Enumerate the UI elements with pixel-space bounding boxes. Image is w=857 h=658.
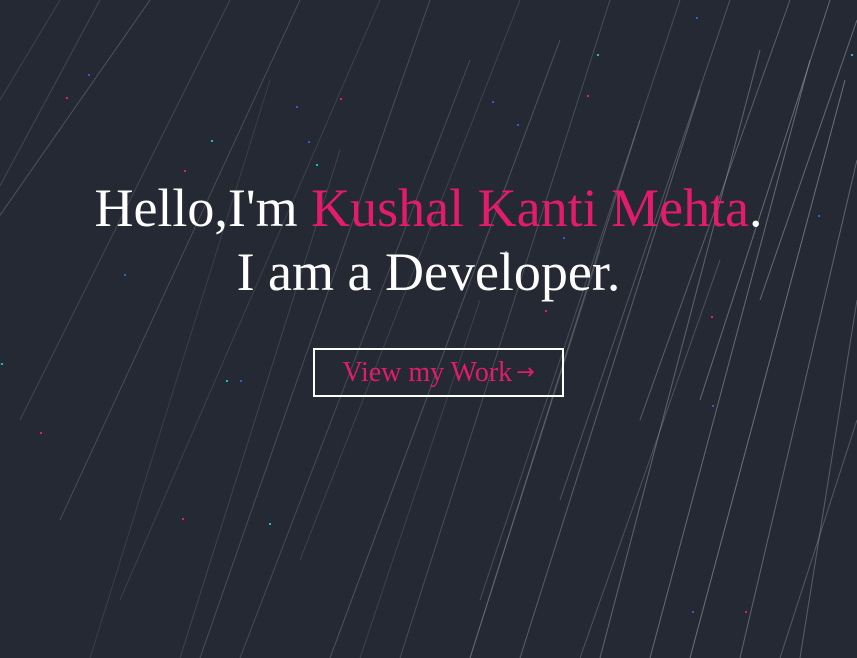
- background-particle: [296, 106, 298, 108]
- background-particle: [712, 405, 714, 407]
- background-particle: [851, 54, 853, 56]
- background-particle: [597, 54, 599, 56]
- hero-subtitle: I am a Developer.: [236, 242, 621, 302]
- background-particle: [269, 523, 271, 525]
- background-particle: [517, 124, 519, 126]
- background-particle: [745, 611, 747, 613]
- background-streak: [799, 299, 857, 658]
- background-streak: [199, 0, 431, 658]
- background-particle: [696, 17, 698, 19]
- background-particle: [211, 140, 213, 142]
- background-streak: [89, 79, 271, 658]
- view-my-work-label: View my Work: [342, 357, 513, 388]
- background-particle: [1, 363, 3, 365]
- background-streak: [779, 419, 857, 658]
- hero-section: Hello,I'm Kushal Kanti Mehta. I am a Dev…: [0, 0, 857, 658]
- background-particle: [692, 611, 694, 613]
- background-particle: [226, 380, 228, 382]
- arrow-right-icon: →: [516, 360, 535, 385]
- background-particle: [711, 316, 713, 318]
- background-particle: [182, 518, 184, 520]
- background-streak: [579, 259, 721, 658]
- background-streak: [599, 49, 761, 658]
- background-particle: [88, 74, 90, 76]
- particle-background: [0, 0, 857, 658]
- background-particle: [308, 141, 310, 143]
- view-my-work-button[interactable]: View my Work →: [313, 348, 564, 397]
- background-particle: [492, 101, 494, 103]
- hero-heading: Hello,I'm Kushal Kanti Mehta. I am a Dev…: [0, 176, 857, 304]
- background-particle: [545, 310, 547, 312]
- background-particle: [66, 97, 68, 99]
- background-particle: [340, 98, 342, 100]
- developer-name: Kushal Kanti Mehta: [311, 178, 750, 238]
- background-streak: [649, 59, 811, 658]
- background-streak: [469, 249, 601, 658]
- greeting-suffix: .: [749, 178, 763, 238]
- background-particle: [40, 432, 42, 434]
- greeting-line: Hello,I'm Kushal Kanti Mehta.: [0, 176, 857, 240]
- background-particle: [316, 164, 318, 166]
- background-particle: [240, 380, 242, 382]
- background-streak: [689, 79, 846, 658]
- background-streak: [399, 0, 611, 658]
- background-particle: [587, 95, 589, 97]
- greeting-prefix: Hello,I'm: [94, 178, 312, 238]
- background-particle: [184, 170, 186, 172]
